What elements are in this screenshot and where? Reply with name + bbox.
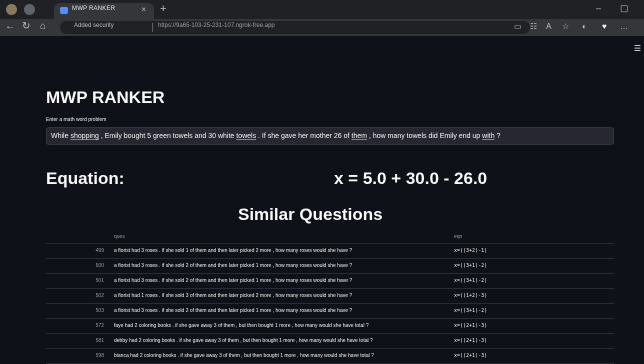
- row-equation: x=((1+2)-3): [448, 288, 614, 304]
- row-question: a florist had 1 roses . if she sold 3 of…: [108, 288, 448, 304]
- app-available-icon[interactable]: ▭: [514, 22, 522, 31]
- extensions-icon[interactable]: ◐: [582, 22, 587, 31]
- url-text[interactable]: https://9a65-103-25-231-107.ngrok-free.a…: [158, 23, 275, 29]
- maximize-button[interactable]: ▢: [620, 3, 629, 14]
- input-text-segment: ?: [494, 133, 501, 140]
- address-bar[interactable]: Added security https://9a65-103-25-231-1…: [60, 21, 530, 34]
- input-text-segment: , how many towels did Emily end up: [366, 133, 483, 140]
- table-row[interactable]: 502 a florist had 1 roses . if she sold 3…: [46, 288, 614, 304]
- home-icon[interactable]: ⌂: [40, 21, 46, 32]
- row-index: 572: [46, 318, 108, 334]
- row-question: a florist had 3 roses . if she sold 1 of…: [108, 243, 448, 259]
- header-index[interactable]: [46, 231, 108, 244]
- tab-close-icon[interactable]: ×: [141, 5, 146, 14]
- problem-input[interactable]: While shopping , Emily bought 5 green to…: [46, 127, 614, 145]
- row-equation: x=((3+1)-2): [448, 273, 614, 289]
- row-question: debby had 2 coloring books . if she gave…: [108, 333, 448, 349]
- row-index: 581: [46, 333, 108, 349]
- back-icon[interactable]: ←: [5, 21, 15, 32]
- address-divider: [152, 23, 153, 32]
- similar-questions-table: ques eqn 499 a florist had 3 roses . if s…: [46, 231, 614, 364]
- row-question: a florist had 3 roses . if she sold 2 of…: [108, 258, 448, 274]
- spellcheck-word: shopping: [70, 133, 99, 140]
- row-equation: x=((2+1)-3): [448, 318, 614, 334]
- heart-icon[interactable]: ♥: [602, 22, 607, 31]
- row-index: 503: [46, 303, 108, 319]
- row-equation: x=((3+2)-1): [448, 243, 614, 259]
- security-label[interactable]: Added security: [74, 23, 114, 29]
- input-text-segment: While: [51, 133, 71, 140]
- spellcheck-word: them: [351, 133, 367, 140]
- tab-favicon-icon: [60, 7, 68, 14]
- input-text-segment: , Emily bought 5 green towels and 30 whi…: [98, 133, 237, 140]
- read-aloud-icon[interactable]: A: [546, 22, 551, 31]
- row-index: 502: [46, 288, 108, 304]
- row-index: 501: [46, 273, 108, 289]
- table-row[interactable]: 572 faye had 2 coloring books . if she ga…: [46, 318, 614, 334]
- profile-icon[interactable]: [6, 4, 17, 15]
- spellcheck-word: towels: [236, 133, 257, 140]
- new-tab-button[interactable]: +: [160, 3, 166, 15]
- input-label: Enter a math word problem: [46, 117, 107, 123]
- row-question: faye had 2 coloring books . if she gave …: [108, 318, 448, 334]
- row-question: a florist had 3 roses . if she sold 2 of…: [108, 303, 448, 319]
- problem-input-value[interactable]: While shopping , Emily bought 5 green to…: [51, 133, 500, 140]
- table-row[interactable]: 500 a florist had 3 roses . if she sold 2…: [46, 258, 614, 274]
- favorite-star-icon[interactable]: ☆: [562, 22, 569, 31]
- header-ques[interactable]: ques: [108, 231, 448, 244]
- browser-tab-active[interactable]: MWP RANKER ×: [54, 3, 154, 19]
- spellcheck-word: with: [482, 133, 495, 140]
- minimize-button[interactable]: –: [596, 3, 601, 13]
- table-row[interactable]: 501 a florist had 3 roses . if she sold 2…: [46, 273, 614, 289]
- reader-mode-icon[interactable]: ☷: [530, 22, 537, 31]
- row-question: a florist had 3 roses . if she sold 2 of…: [108, 273, 448, 289]
- more-icon[interactable]: …: [620, 22, 628, 31]
- row-index: 499: [46, 243, 108, 259]
- row-equation: x=((2+1)-3): [448, 333, 614, 349]
- table-row[interactable]: 581 debby had 2 coloring books . if she g…: [46, 333, 614, 349]
- hamburger-menu-icon[interactable]: ☰: [634, 44, 641, 53]
- table-header-row: ques eqn: [46, 231, 614, 244]
- row-equation: x=((3+1)-2): [448, 258, 614, 274]
- table-row[interactable]: 499 a florist had 3 roses . if she sold 1…: [46, 243, 614, 259]
- page-title: MWP RANKER: [46, 88, 165, 107]
- browser-tab-bar: MWP RANKER × + – ▢: [0, 0, 644, 19]
- row-index: 500: [46, 258, 108, 274]
- header-eqn[interactable]: eqn: [448, 231, 614, 244]
- table-row[interactable]: 598 bianca had 2 coloring books . if she …: [46, 348, 614, 364]
- tab-title: MWP RANKER: [72, 6, 116, 12]
- row-index: 598: [46, 348, 108, 364]
- row-equation: x=((3+1)-2): [448, 303, 614, 319]
- similar-questions-title: Similar Questions: [238, 205, 383, 224]
- row-equation: x=((2+1)-3): [448, 348, 614, 364]
- equation-value: x = 5.0 + 30.0 - 26.0: [334, 169, 488, 188]
- input-text-segment: . If she gave her mother 26 of: [256, 133, 352, 140]
- browser-nav-bar: ← ↻ ⌂ Added security https://9a65-103-25…: [0, 19, 644, 36]
- refresh-icon[interactable]: ↻: [22, 21, 30, 32]
- table-row[interactable]: 503 a florist had 3 roses . if she sold 2…: [46, 303, 614, 319]
- equation-label: Equation:: [46, 169, 125, 188]
- workspaces-icon[interactable]: [24, 4, 35, 15]
- row-question: bianca had 2 coloring books . if she gav…: [108, 348, 448, 364]
